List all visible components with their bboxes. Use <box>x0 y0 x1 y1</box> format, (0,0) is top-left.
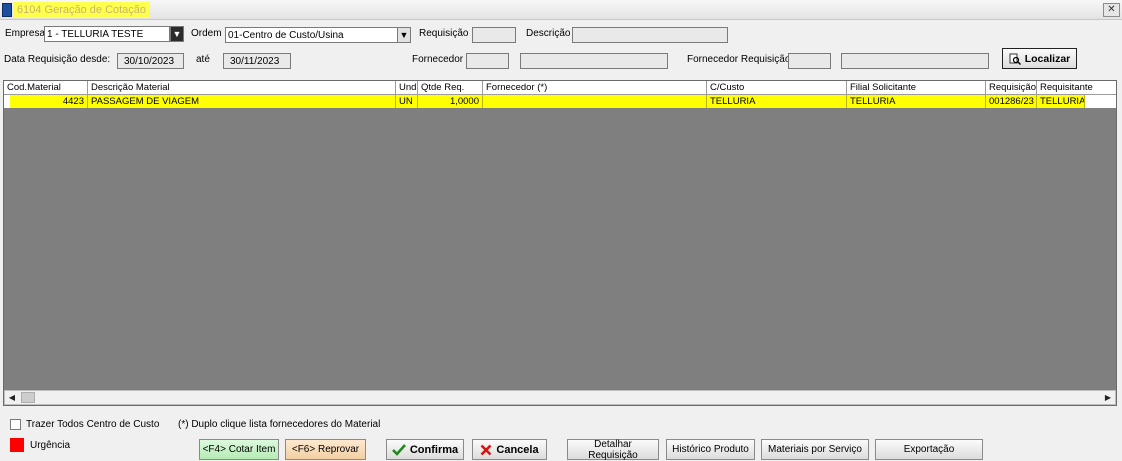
magnifier-icon <box>1009 53 1021 65</box>
exportacao-label: Exportação <box>903 444 955 455</box>
detalhar-requisicao-button[interactable]: Detalhar Requisição <box>567 438 659 461</box>
data-desde-label: Data Requisição desde: <box>4 54 111 65</box>
column-header[interactable]: Requisição <box>986 81 1037 95</box>
scroll-left-icon[interactable]: ◀ <box>5 391 19 404</box>
requisicao-input[interactable] <box>472 27 516 43</box>
urgencia-label: Urgência <box>30 440 71 451</box>
column-header[interactable]: Filial Solicitante <box>847 81 986 95</box>
trazer-todos-checkbox[interactable] <box>10 419 21 430</box>
ordem-select[interactable]: 01-Centro de Custo/Usina <box>225 27 398 43</box>
data-desde-input[interactable]: 30/10/2023 <box>117 53 184 69</box>
data-ate-input[interactable]: 30/11/2023 <box>223 53 291 69</box>
column-header[interactable]: Cod.Material <box>4 81 88 95</box>
table-cell-cod-material[interactable]: 4423 <box>4 95 88 108</box>
localizar-label: Localizar <box>1024 52 1071 65</box>
table-cell-descricao[interactable]: PASSAGEM DE VIAGEM <box>88 95 396 108</box>
empresa-select[interactable]: 1 - TELLURIA TESTE <box>44 26 170 42</box>
fornecedor-req-name-input[interactable] <box>841 53 989 69</box>
historico-produto-label: Histórico Produto <box>672 444 749 455</box>
descricao-label: Descrição <box>526 28 571 39</box>
table-cell-und[interactable]: UN <box>396 95 418 108</box>
window-title: 6104 Geração de Cotação <box>13 2 151 18</box>
scroll-thumb[interactable] <box>21 392 35 403</box>
historico-produto-button[interactable]: Histórico Produto <box>666 439 755 460</box>
table-cell-requisitante[interactable]: TELLURIA <box>1037 95 1085 108</box>
app-icon <box>2 3 12 17</box>
column-header[interactable]: C/Custo <box>707 81 847 95</box>
descricao-input[interactable] <box>572 27 728 43</box>
fornecedor-code-input[interactable] <box>466 53 509 69</box>
fornecedor-name-input[interactable] <box>520 53 668 69</box>
column-header[interactable]: Qtde Req. <box>418 81 483 95</box>
cancela-label: Cancela <box>496 443 539 456</box>
column-header[interactable]: Requisitante <box>1037 81 1116 95</box>
footnote-text: (*) Duplo clique lista fornecedores do M… <box>178 419 381 430</box>
trazer-todos-label: Trazer Todos Centro de Custo <box>26 419 160 430</box>
detalhar-requisicao-label: Detalhar Requisição <box>588 438 638 461</box>
ordem-label: Ordem <box>191 28 222 39</box>
urgencia-swatch <box>10 438 24 452</box>
confirma-label: Confirma <box>409 443 459 456</box>
cotar-item-button[interactable]: <F4> Cotar Item <box>199 439 279 460</box>
confirma-button[interactable]: Confirma <box>386 439 464 460</box>
reprovar-label: <F6> Reprovar <box>291 444 360 455</box>
table-cell-fornecedor[interactable] <box>483 95 707 108</box>
table-cell-filial[interactable]: TELLURIA <box>847 95 986 108</box>
table-cell-requisicao[interactable]: 001286/23 <box>986 95 1037 108</box>
table-cell-ccusto[interactable]: TELLURIA <box>707 95 847 108</box>
title-bar: 6104 Geração de Cotação ✕ <box>0 0 1122 20</box>
empresa-label: Empresa <box>5 28 46 39</box>
ate-label: até <box>196 54 210 65</box>
fornecedor-req-code-input[interactable] <box>788 53 831 69</box>
column-header[interactable]: Fornecedor (*) <box>483 81 707 95</box>
check-icon <box>391 443 406 456</box>
row-tail <box>1085 95 1116 108</box>
scroll-right-icon[interactable]: ▶ <box>1101 391 1115 404</box>
x-icon <box>480 444 492 455</box>
cancela-button[interactable]: Cancela <box>472 439 547 460</box>
fornecedor-label: Fornecedor <box>412 54 464 65</box>
materiais-servico-label: Materiais por Serviço <box>768 444 862 455</box>
dropdown-arrow-icon[interactable]: ▼ <box>170 26 184 42</box>
exportacao-button[interactable]: Exportação <box>875 439 983 460</box>
cotar-item-label: <F4> Cotar Item <box>202 444 276 455</box>
close-icon[interactable]: ✕ <box>1103 3 1120 17</box>
column-header[interactable]: Descrição Material <box>88 81 396 95</box>
dropdown-arrow-icon[interactable]: ▼ <box>397 27 411 43</box>
materiais-servico-button[interactable]: Materiais por Serviço <box>761 439 869 460</box>
materials-grid[interactable]: Cod.Material Descrição Material Und Qtde… <box>3 80 1117 406</box>
table-cell-qtde[interactable]: 1,0000 <box>418 95 483 108</box>
horizontal-scrollbar[interactable]: ◀ ▶ <box>4 390 1116 405</box>
requisicao-label: Requisição <box>419 28 469 39</box>
reprovar-button[interactable]: <F6> Reprovar <box>285 439 366 460</box>
localizar-button[interactable]: Localizar <box>1002 48 1077 69</box>
column-header[interactable]: Und <box>396 81 418 95</box>
fornecedor-req-label: Fornecedor Requisição <box>687 54 791 65</box>
